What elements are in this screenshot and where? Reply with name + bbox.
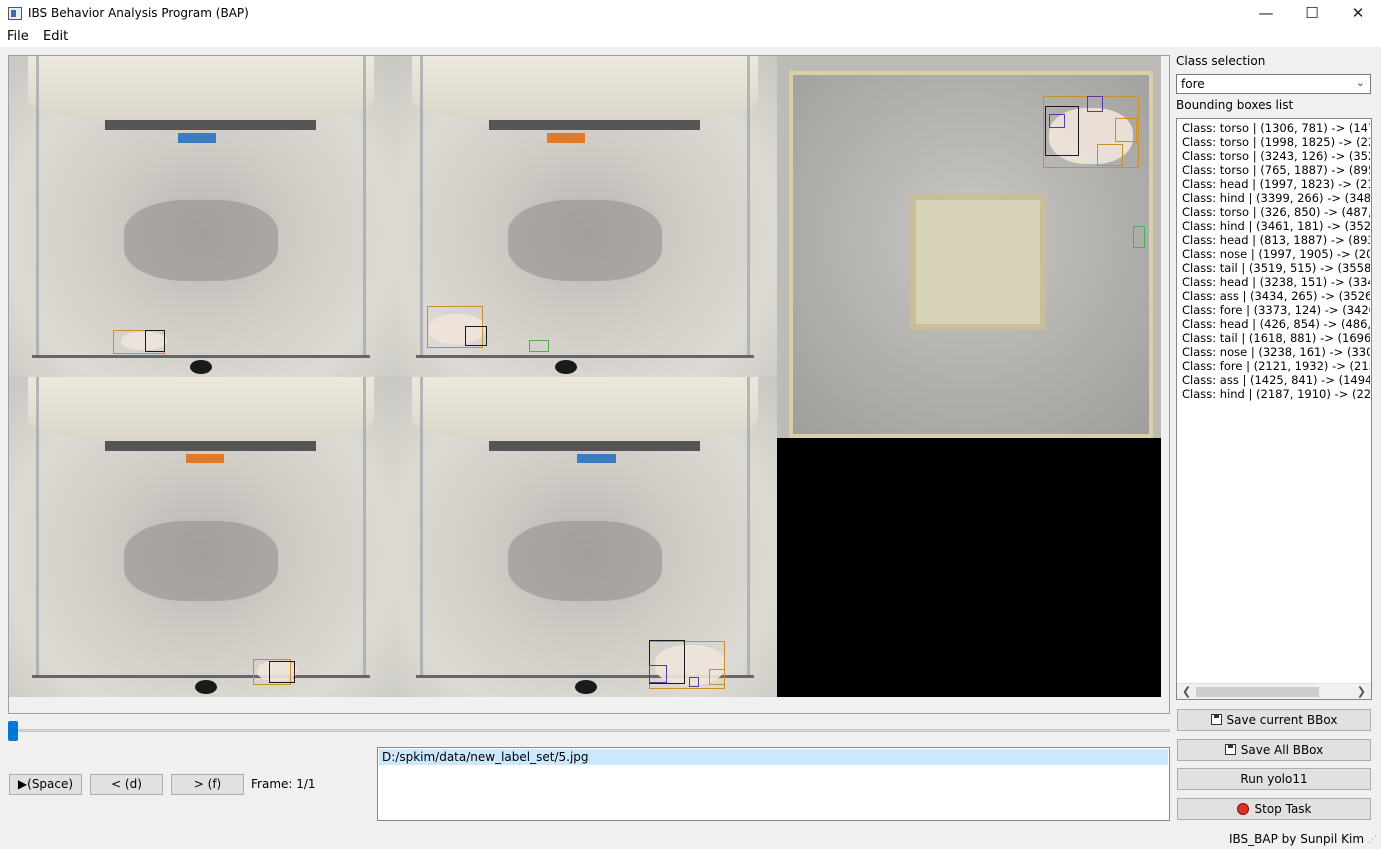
bbox-list-item[interactable]: Class: tail | (3519, 515) -> (3558, xyxy=(1182,261,1370,275)
minimize-button[interactable]: — xyxy=(1243,0,1289,27)
floppy-disk-icon xyxy=(1210,714,1222,725)
bbox-list-item[interactable]: Class: hind | (2187, 1910) -> (223 xyxy=(1182,387,1370,401)
bbox-ass[interactable] xyxy=(1097,144,1123,166)
bbox-fore[interactable] xyxy=(649,665,667,683)
image-viewer[interactable] xyxy=(8,55,1170,714)
frame-slider-track[interactable] xyxy=(8,729,1170,732)
bbox-head[interactable] xyxy=(269,661,295,683)
bbox-list-item[interactable]: Class: torso | (1998, 1825) -> (22 xyxy=(1182,135,1370,149)
app-icon xyxy=(8,7,22,20)
camera-view-3 xyxy=(9,377,393,697)
bbox-list-item[interactable]: Class: fore | (2121, 1932) -> (215 xyxy=(1182,359,1370,373)
bbox-tail[interactable] xyxy=(1133,226,1145,248)
bbox-list-item[interactable]: Class: head | (3238, 151) -> (334 xyxy=(1182,275,1370,289)
bbox-list-item[interactable]: Class: nose | (3238, 161) -> (330 xyxy=(1182,345,1370,359)
prev-frame-button[interactable]: < (d) xyxy=(90,774,163,795)
stop-task-button[interactable]: Stop Task xyxy=(1177,798,1371,820)
bbox-list-item[interactable]: Class: torso | (326, 850) -> (487, xyxy=(1182,205,1370,219)
bbox-list-label: Bounding boxes list xyxy=(1176,98,1294,112)
bbox-hind[interactable] xyxy=(1115,118,1137,142)
bbox-nose[interactable] xyxy=(689,677,699,687)
bbox-list-item[interactable]: Class: torso | (3243, 126) -> (352 xyxy=(1182,149,1370,163)
bbox-list-item[interactable]: Class: head | (813, 1887) -> (893 xyxy=(1182,233,1370,247)
frame-slider-handle[interactable] xyxy=(8,721,18,741)
bbox-list-item[interactable]: Class: torso | (765, 1887) -> (895 xyxy=(1182,163,1370,177)
save-all-bbox-label: Save All BBox xyxy=(1240,743,1324,757)
maximize-button[interactable]: ☐ xyxy=(1289,0,1335,27)
empty-view xyxy=(777,438,1161,697)
scroll-left-icon[interactable]: ❮ xyxy=(1182,684,1191,699)
scrollbar-thumb[interactable] xyxy=(1196,687,1319,697)
menu-edit[interactable]: Edit xyxy=(43,29,68,44)
bbox-list[interactable]: Class: torso | (1306, 781) -> (147 Class:… xyxy=(1176,118,1372,700)
status-text: IBS_BAP by Sunpil Kim xyxy=(1229,832,1365,846)
camera-view-4 xyxy=(393,377,777,697)
save-current-bbox-label: Save current BBox xyxy=(1226,713,1338,727)
title-bar: IBS Behavior Analysis Program (BAP) — ☐ … xyxy=(0,0,1381,27)
bbox-head[interactable] xyxy=(145,330,165,352)
run-yolo-button[interactable]: Run yolo11 xyxy=(1177,768,1371,790)
camera-view-top xyxy=(777,56,1161,438)
bbox-list-item[interactable]: Class: ass | (3434, 265) -> (3526, xyxy=(1182,289,1370,303)
bbox-head[interactable] xyxy=(465,326,487,346)
class-select-value: fore xyxy=(1181,77,1205,91)
chevron-down-icon: ⌄ xyxy=(1355,76,1365,89)
menu-file[interactable]: File xyxy=(7,29,29,44)
scroll-right-icon[interactable]: ❯ xyxy=(1357,684,1366,699)
camera-view-2 xyxy=(393,56,777,377)
file-list-item[interactable]: D:/spkim/data/new_label_set/5.jpg xyxy=(379,749,1168,765)
frame-counter: Frame: 1/1 xyxy=(251,777,316,791)
window-title: IBS Behavior Analysis Program (BAP) xyxy=(28,6,249,20)
bbox-list-item[interactable]: Class: head | (426, 854) -> (486, xyxy=(1182,317,1370,331)
next-frame-button[interactable]: > (f) xyxy=(171,774,244,795)
close-button[interactable]: ✕ xyxy=(1335,0,1381,27)
stop-task-label: Stop Task xyxy=(1254,802,1312,816)
bbox-list-item[interactable]: Class: hind | (3399, 266) -> (3489 xyxy=(1182,191,1370,205)
bbox-tail[interactable] xyxy=(529,340,549,352)
file-list[interactable]: D:/spkim/data/new_label_set/5.jpg xyxy=(377,747,1170,821)
floppy-disk-icon xyxy=(1224,744,1236,755)
play-button[interactable]: ▶(Space) xyxy=(9,774,82,795)
save-current-bbox-button[interactable]: Save current BBox xyxy=(1177,709,1371,731)
bbox-hind[interactable] xyxy=(709,669,725,685)
bbox-list-item[interactable]: Class: ass | (1425, 841) -> (1494, xyxy=(1182,373,1370,387)
bbox-list-item[interactable]: Class: nose | (1997, 1905) -> (20 xyxy=(1182,247,1370,261)
bbox-list-item[interactable]: Class: torso | (1306, 781) -> (147 xyxy=(1182,121,1370,135)
resize-grip-icon[interactable]: ⋰ xyxy=(1368,835,1377,845)
bbox-list-item[interactable]: Class: tail | (1618, 881) -> (1696, xyxy=(1182,331,1370,345)
save-all-bbox-button[interactable]: Save All BBox xyxy=(1177,739,1371,761)
menu-bar: File Edit xyxy=(0,27,1381,47)
class-select[interactable]: fore ⌄ xyxy=(1176,74,1371,94)
bbox-rows: Class: torso | (1306, 781) -> (147 Class:… xyxy=(1182,121,1370,401)
bbox-list-item[interactable]: Class: fore | (3373, 124) -> (3420, xyxy=(1182,303,1370,317)
bbox-nose[interactable] xyxy=(1049,114,1065,128)
red-record-icon xyxy=(1236,803,1249,815)
bbox-list-item[interactable]: Class: head | (1997, 1823) -> (21 xyxy=(1182,177,1370,191)
horizontal-scrollbar[interactable]: ❮ ❯ xyxy=(1177,683,1371,699)
class-selection-label: Class selection xyxy=(1176,54,1266,68)
bbox-fore[interactable] xyxy=(1087,96,1103,112)
bbox-list-item[interactable]: Class: hind | (3461, 181) -> (3524 xyxy=(1182,219,1370,233)
camera-view-1 xyxy=(9,56,393,377)
